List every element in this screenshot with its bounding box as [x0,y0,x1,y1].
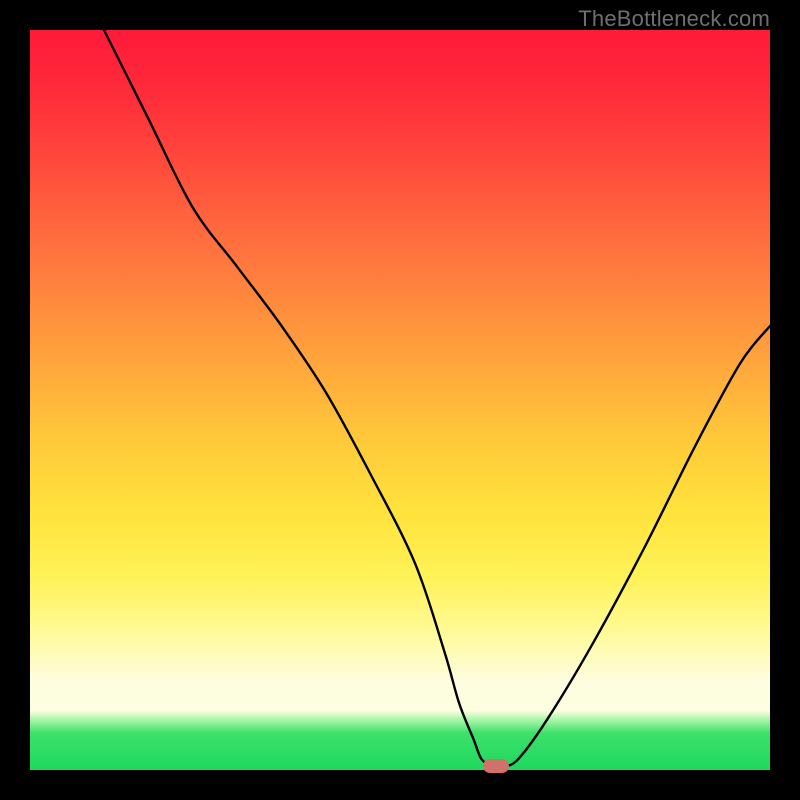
watermark-text: TheBottleneck.com [578,6,770,32]
bottleneck-curve [30,30,770,770]
chart-frame: TheBottleneck.com [0,0,800,800]
plot-area [30,30,770,770]
minimum-marker [483,759,509,773]
